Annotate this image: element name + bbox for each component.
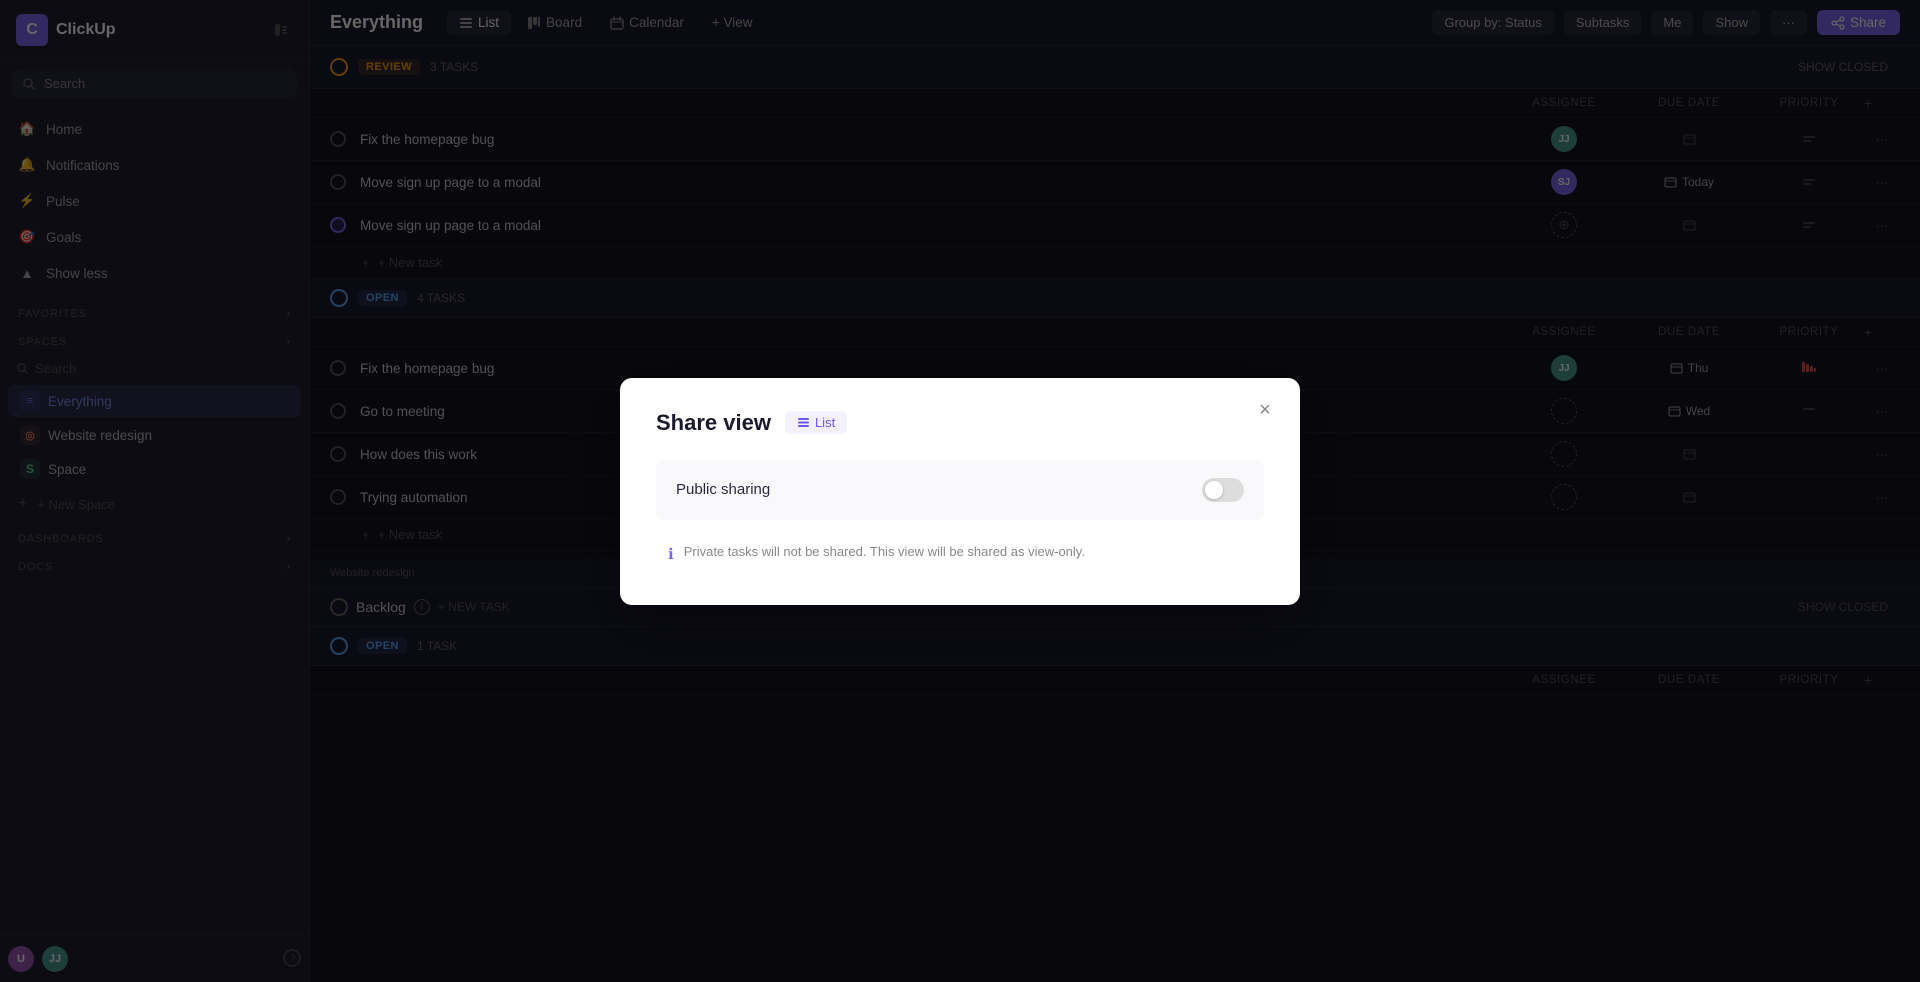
share-view-modal: Share view List × Public sharing ℹ Priva… [620,378,1300,605]
modal-header: Share view List [656,410,1264,436]
info-icon: ℹ [668,545,674,563]
modal-info-text: Private tasks will not be shared. This v… [684,544,1085,559]
modal-title: Share view [656,410,771,436]
modal-list-badge: List [785,411,847,434]
public-sharing-row: Public sharing [656,460,1264,520]
public-sharing-label: Public sharing [676,481,770,498]
modal-body: Public sharing ℹ Private tasks will not … [656,460,1264,573]
modal-overlay[interactable]: Share view List × Public sharing ℹ Priva… [0,0,1920,982]
modal-close-button[interactable]: × [1250,396,1280,426]
public-sharing-toggle[interactable] [1202,478,1244,502]
toggle-knob [1205,481,1223,499]
list-badge-icon [797,416,810,429]
modal-info-row: ℹ Private tasks will not be shared. This… [656,534,1264,573]
